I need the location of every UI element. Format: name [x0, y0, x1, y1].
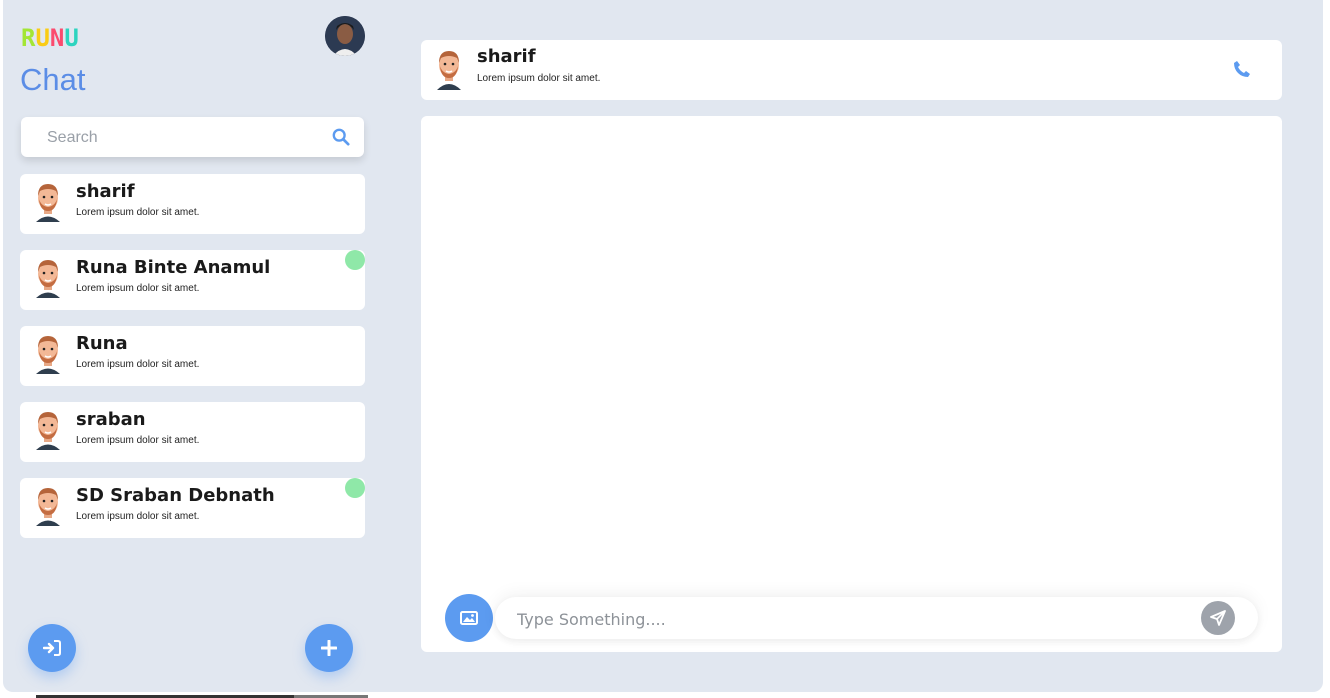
contact-item[interactable]: sharif Lorem ipsum dolor sit amet.	[20, 174, 365, 234]
contact-avatar-icon	[36, 336, 60, 374]
taskbar-strip	[0, 692, 1330, 698]
image-icon	[460, 611, 478, 625]
chat-app: R U N U Chat sharif Lorem ipsum dolor sit…	[3, 0, 1323, 692]
logout-button[interactable]	[28, 624, 76, 672]
contact-preview: Lorem ipsum dolor sit amet.	[76, 435, 200, 446]
contact-avatar-icon	[36, 412, 60, 450]
contact-name: sharif	[76, 181, 135, 202]
chat-contact-name: sharif	[477, 46, 536, 67]
contact-preview: Lorem ipsum dolor sit amet.	[76, 359, 200, 370]
online-status-dot	[345, 478, 365, 498]
page-title: Chat	[20, 62, 86, 97]
online-status-dot	[345, 250, 365, 270]
contact-item[interactable]: SD Sraban Debnath Lorem ipsum dolor sit a…	[20, 478, 365, 538]
search-bar[interactable]	[21, 117, 364, 157]
contact-avatar-icon	[36, 488, 60, 526]
chat-contact-status: Lorem ipsum dolor sit amet.	[477, 73, 601, 84]
contact-item[interactable]: sraban Lorem ipsum dolor sit amet.	[20, 402, 365, 462]
message-input[interactable]	[515, 607, 1169, 631]
contact-avatar-icon	[437, 51, 461, 90]
contact-name: Runa Binte Anamul	[76, 257, 271, 278]
logo-letter: N	[49, 24, 64, 52]
logout-icon	[43, 640, 61, 656]
plus-icon	[321, 640, 337, 656]
contact-name: Runa	[76, 333, 128, 354]
logo-letter: U	[64, 24, 78, 52]
contact-item[interactable]: Runa Lorem ipsum dolor sit amet.	[20, 326, 365, 386]
contact-name: SD Sraban Debnath	[76, 485, 275, 506]
contact-preview: Lorem ipsum dolor sit amet.	[76, 207, 200, 218]
chat-header: sharif Lorem ipsum dolor sit amet.	[421, 40, 1282, 100]
contact-item[interactable]: Runa Binte Anamul Lorem ipsum dolor sit a…	[20, 250, 365, 310]
logo-letter: R	[21, 24, 35, 52]
profile-avatar[interactable]	[325, 16, 365, 56]
add-chat-button[interactable]	[305, 624, 353, 672]
contact-avatar-icon	[36, 260, 60, 298]
message-composer	[495, 597, 1258, 639]
search-icon[interactable]	[332, 128, 350, 146]
search-input[interactable]	[45, 126, 329, 150]
phone-icon[interactable]	[1232, 59, 1252, 79]
profile-photo-icon	[325, 16, 365, 56]
attach-image-button[interactable]	[445, 594, 493, 642]
send-button[interactable]	[1201, 601, 1235, 635]
logo-letter: U	[35, 24, 49, 52]
message-area	[421, 116, 1282, 652]
contact-name: sraban	[76, 409, 146, 430]
send-icon	[1210, 610, 1226, 626]
contact-preview: Lorem ipsum dolor sit amet.	[76, 511, 200, 522]
app-logo: R U N U	[21, 24, 79, 52]
contact-avatar-icon	[36, 184, 60, 222]
contact-preview: Lorem ipsum dolor sit amet.	[76, 283, 200, 294]
